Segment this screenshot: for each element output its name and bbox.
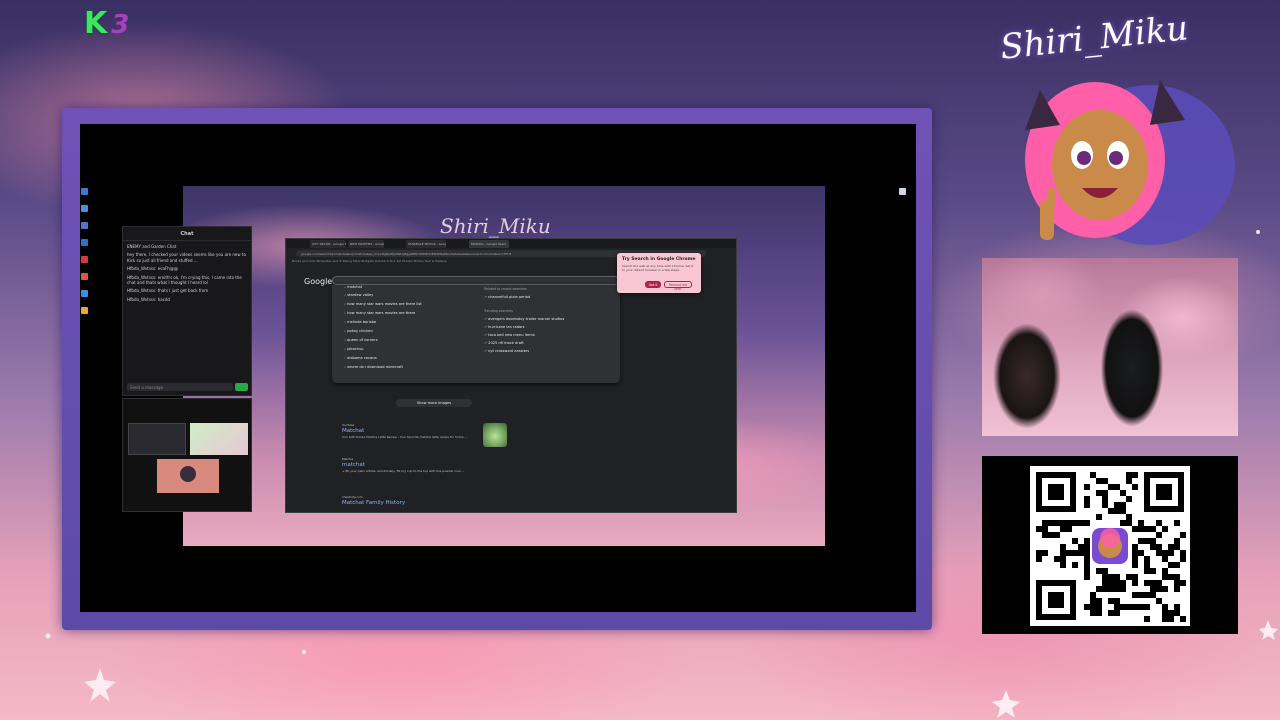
trending-header: Trending searches xyxy=(484,309,513,313)
suggestion-item[interactable]: alabama cecana xyxy=(344,356,377,360)
preview-window[interactable] xyxy=(157,459,219,493)
streamer-avatar xyxy=(1025,80,1235,245)
chat-panel: Chat ENEMY and Garden Chat hey there, I … xyxy=(122,226,252,396)
popup-decline-button[interactable]: Remind me later xyxy=(664,281,692,291)
star-icon xyxy=(992,690,1020,718)
sparkle-icon xyxy=(45,633,51,639)
folder-icon[interactable] xyxy=(81,188,88,195)
popup-body: Search the web at any time with Chrome. … xyxy=(622,264,694,272)
suggestion-item[interactable]: matchat xyxy=(344,285,362,289)
avatar xyxy=(180,466,196,482)
qr-code-panel xyxy=(982,456,1238,634)
chrome-promo-popup: Try Search in Google Chrome Search the w… xyxy=(617,253,701,293)
preview-window[interactable] xyxy=(128,423,186,455)
suggestion-item[interactable]: where do i download minecraft xyxy=(344,365,403,369)
chat-title: Chat xyxy=(123,227,251,241)
browser-window: CITY DECOR - Google Sea NEW MATCHES - Go… xyxy=(285,238,737,513)
result-snippet: + fill your plain artists, emotionally, … xyxy=(342,469,465,473)
browser-tab[interactable]: STARBAKE MOTOS - Goog xyxy=(406,240,446,248)
chat-message: ENEMY and Garden Chat xyxy=(127,244,177,249)
suggestion-item[interactable]: queen of corners xyxy=(344,338,377,342)
popup-accept-button[interactable]: Got it xyxy=(645,281,661,288)
qr-code-pattern xyxy=(1036,472,1186,622)
popup-title: Try Search in Google Chrome xyxy=(622,257,696,262)
google-logo[interactable]: Google xyxy=(304,277,332,286)
trending-item[interactable]: avengers doomsday trailer marvel studios xyxy=(484,317,564,321)
chat-send-button[interactable] xyxy=(235,383,248,391)
related-item[interactable]: channelfull pixie period xyxy=(484,295,530,299)
suggestion-item[interactable]: melinda borisbe xyxy=(344,320,376,324)
desktop-icon-column xyxy=(81,188,91,324)
sparkle-icon xyxy=(302,650,306,654)
app-icon[interactable] xyxy=(81,290,88,297)
chat-message: hey there, I checked your videos seems l… xyxy=(127,252,246,263)
tab-bar: CITY DECOR - Google Sea NEW MATCHES - Go… xyxy=(286,239,736,248)
recycle-bin-icon[interactable] xyxy=(899,188,906,195)
browser-tab-active[interactable]: MATCHA - Google Searc xyxy=(469,240,509,248)
app-icon[interactable] xyxy=(81,205,88,212)
chat-message: Hfbda_Wvtsss: thats I just get back from xyxy=(127,288,209,294)
preview-window[interactable] xyxy=(190,423,248,455)
chat-message: Hfbda_Wvtsss: hacdd xyxy=(127,296,170,302)
suggestion-item[interactable]: stardew valley xyxy=(344,293,373,297)
chat-message: Hfbda_Wvtsss: ernitfrs ok, I'm crying th… xyxy=(127,274,242,285)
trending-item[interactable]: 2025 nfl mock draft xyxy=(484,341,523,345)
search-result: chestnity.com Matchat Family History xyxy=(342,495,512,507)
result-thumbnail[interactable] xyxy=(483,423,507,447)
chat-message: Hfbda_Wvtsss: evaFh@@ xyxy=(127,266,178,272)
app-icon[interactable] xyxy=(81,307,88,314)
qr-code[interactable] xyxy=(1030,466,1190,626)
app-icon[interactable] xyxy=(81,239,88,246)
trending-item[interactable]: hurricane ian radars xyxy=(484,325,524,329)
suggestion-item[interactable]: how many star wars movies are there xyxy=(344,311,415,315)
trending-item[interactable]: taco bell new menu items xyxy=(484,333,535,337)
chat-messages: ENEMY and Garden Chat hey there, I check… xyxy=(123,241,251,308)
result-source: Matcha xyxy=(342,457,353,461)
suggestion-item[interactable]: how many star wars movies are there list xyxy=(344,302,421,306)
star-icon xyxy=(1259,620,1278,640)
browser-tab[interactable]: NEW MATCHES - Google Se xyxy=(348,240,384,248)
star-icon xyxy=(84,668,116,702)
result-source: chestnity.com xyxy=(342,495,363,499)
wallpaper-signature: Shiri_Miku xyxy=(440,214,551,238)
show-more-images-button[interactable]: Show more images xyxy=(396,399,472,407)
result-snippet: Iron Soft Drinks Matcha Latte Recipe - Y… xyxy=(342,435,468,439)
preview-panel xyxy=(122,398,252,512)
webcam-person xyxy=(982,276,1072,436)
result-source: YouTube xyxy=(342,423,355,427)
related-header: Related to recent searches xyxy=(484,287,527,291)
search-input[interactable] xyxy=(332,276,620,285)
browser-tab[interactable]: CITY DECOR - Google Sea xyxy=(310,240,346,248)
suggestion-item[interactable]: pikachuu xyxy=(344,347,363,351)
webcam-feed xyxy=(982,258,1238,436)
chat-input[interactable]: Send a message xyxy=(127,383,233,391)
suggestion-item[interactable]: pokay chicken xyxy=(344,329,373,333)
app-icon[interactable] xyxy=(81,273,88,280)
app-icon[interactable] xyxy=(81,256,88,263)
search-result: Matcha matchat + fill your plain artists… xyxy=(342,457,512,473)
app-icon[interactable] xyxy=(81,222,88,229)
result-title-link[interactable]: matchat xyxy=(342,462,512,468)
trending-item[interactable]: nyt crossword answers xyxy=(484,349,529,353)
search-suggestions: matchat stardew valley how many star war… xyxy=(332,285,620,383)
result-title-link[interactable]: Matchat Family History xyxy=(342,500,512,506)
webcam-person xyxy=(1090,278,1174,436)
sparkle-icon xyxy=(1256,230,1260,234)
